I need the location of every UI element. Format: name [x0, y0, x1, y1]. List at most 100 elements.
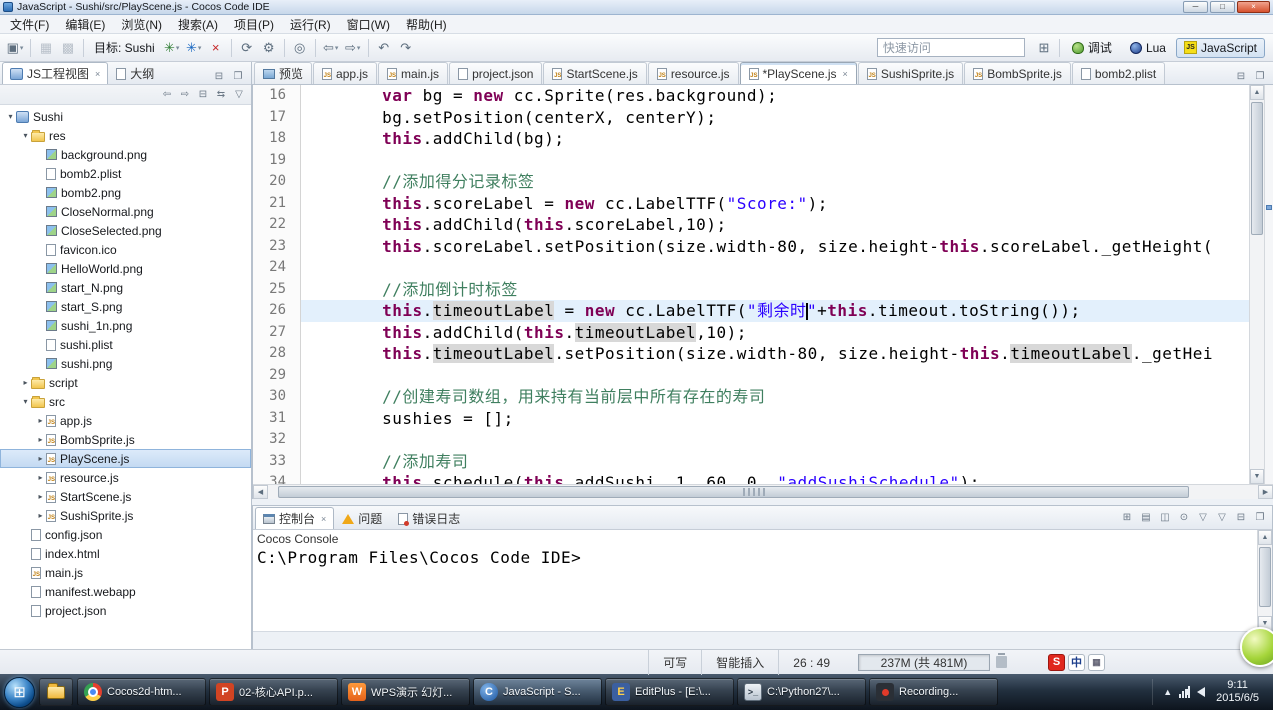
- code-line-content[interactable]: //添加得分记录标签: [301, 171, 1249, 193]
- open-perspective-icon[interactable]: ⊞: [1033, 37, 1055, 59]
- last-edit-location-icon[interactable]: ↶: [373, 37, 395, 59]
- perspective-debug[interactable]: 调试: [1064, 36, 1120, 59]
- console-vertical-scrollbar[interactable]: ▲ ▼: [1257, 530, 1272, 631]
- tree-item-start-n-png[interactable]: start_N.png: [0, 278, 251, 297]
- taskbar-chrome[interactable]: Cocos2d-htm...: [77, 678, 206, 706]
- scroll-down-icon[interactable]: ▼: [1250, 469, 1264, 484]
- minimize-editor-icon[interactable]: ⊟: [1233, 68, 1249, 84]
- tree-arrow-icon[interactable]: ▸: [35, 492, 46, 501]
- close-view-icon[interactable]: ×: [95, 69, 100, 79]
- tab-preview[interactable]: 预览: [254, 62, 312, 84]
- quick-access-input[interactable]: [877, 38, 1025, 57]
- code-line-content[interactable]: this.addChild(this.timeoutLabel,10);: [301, 322, 1249, 344]
- tab-playscene-js[interactable]: *PlayScene.js×: [740, 62, 857, 84]
- garbage-collect-icon[interactable]: [996, 656, 1007, 668]
- tree-item-startscene-js[interactable]: ▸StartScene.js: [0, 487, 251, 506]
- close-button[interactable]: ×: [1237, 1, 1270, 13]
- pin-console-icon[interactable]: ⊙: [1176, 510, 1192, 526]
- run-icon[interactable]: ✳▾: [183, 37, 205, 59]
- tree-arrow-icon[interactable]: ▸: [35, 454, 46, 463]
- keyboard-layout-icon[interactable]: ▦: [1088, 654, 1105, 671]
- tree-arrow-icon[interactable]: ▸: [35, 435, 46, 444]
- sogou-input-icon[interactable]: S: [1048, 654, 1065, 671]
- code-line-content[interactable]: bg.setPosition(centerX, centerY);: [301, 107, 1249, 129]
- tree-item-closenormal-png[interactable]: CloseNormal.png: [0, 202, 251, 221]
- minimize-console-icon[interactable]: ⊟: [1233, 510, 1249, 526]
- taskbar-editplus[interactable]: EEditPlus - [E:\...: [605, 678, 734, 706]
- tab-console[interactable]: 控制台×: [255, 507, 334, 529]
- save-icon[interactable]: ▦: [35, 37, 57, 59]
- collapse-all-icon[interactable]: ⊟: [195, 87, 211, 103]
- scrollbar-thumb[interactable]: [278, 486, 1189, 498]
- explorer-taskbar-button[interactable]: [39, 678, 73, 706]
- build-icon[interactable]: ⚙: [258, 37, 280, 59]
- tab-startscene-js[interactable]: StartScene.js: [543, 62, 646, 84]
- code-line-content[interactable]: //添加倒计时标签: [301, 279, 1249, 301]
- tree-item-resource-js[interactable]: ▸resource.js: [0, 468, 251, 487]
- taskbar-powerpoint[interactable]: P02-核心API.p...: [209, 678, 338, 706]
- tree-arrow-icon[interactable]: ▾: [5, 112, 16, 121]
- tab-outline[interactable]: 大纲: [108, 62, 162, 84]
- menu-edit[interactable]: 编辑(E): [57, 14, 113, 35]
- tab-bombsprite-js[interactable]: BombSprite.js: [964, 62, 1071, 84]
- tree-arrow-icon[interactable]: ▸: [35, 473, 46, 482]
- console-output[interactable]: C:\Program Files\Cocos Code IDE>: [257, 548, 1253, 567]
- next-annotation-icon[interactable]: ↷: [395, 37, 417, 59]
- tree-item-manifest-webapp[interactable]: manifest.webapp: [0, 582, 251, 601]
- start-button[interactable]: ⊞: [4, 677, 35, 708]
- code-line-content[interactable]: [301, 150, 1249, 172]
- tree-item-sushi-plist[interactable]: sushi.plist: [0, 335, 251, 354]
- tree-item-res[interactable]: ▾res: [0, 126, 251, 145]
- code-line-content[interactable]: this.scoreLabel.setPosition(size.width-8…: [301, 236, 1249, 258]
- code-line-content[interactable]: this.addChild(bg);: [301, 128, 1249, 150]
- link-with-editor-icon[interactable]: ⇆: [213, 87, 229, 103]
- code-line-content[interactable]: //添加寿司: [301, 451, 1249, 473]
- taskbar-clock[interactable]: 9:11 2015/6/5: [1212, 679, 1263, 705]
- taskbar-wps[interactable]: WWPS演示 幻灯...: [341, 678, 470, 706]
- tree-item-start-s-png[interactable]: start_S.png: [0, 297, 251, 316]
- maximize-view-icon[interactable]: ❐: [230, 68, 246, 84]
- stop-icon[interactable]: ×: [205, 37, 227, 59]
- tree-arrow-icon[interactable]: ▸: [35, 511, 46, 520]
- minimize-view-icon[interactable]: ⊟: [211, 68, 227, 84]
- tree-item-sushisprite-js[interactable]: ▸SushiSprite.js: [0, 506, 251, 525]
- tab-app-js[interactable]: app.js: [313, 62, 377, 84]
- tab-project-json[interactable]: project.json: [449, 62, 542, 84]
- tree-item-app-js[interactable]: ▸app.js: [0, 411, 251, 430]
- scroll-up-icon[interactable]: ▲: [1250, 85, 1264, 100]
- forward-icon[interactable]: ⇨▾: [342, 37, 364, 59]
- maximize-editor-icon[interactable]: ❐: [1252, 68, 1268, 84]
- clear-console-icon[interactable]: ▽: [1195, 510, 1211, 526]
- menu-navigate[interactable]: 浏览(N): [113, 14, 170, 35]
- code-line-content[interactable]: sushies = [];: [301, 408, 1249, 430]
- view-menu-icon[interactable]: ▽: [231, 87, 247, 103]
- tree-item-background-png[interactable]: background.png: [0, 145, 251, 164]
- code-line-content[interactable]: [301, 257, 1249, 279]
- console-view-menu-icon[interactable]: ▽: [1214, 510, 1230, 526]
- menu-search[interactable]: 搜索(A): [170, 14, 226, 35]
- tab-problems[interactable]: 问题: [334, 507, 390, 529]
- tree-item-favicon-ico[interactable]: favicon.ico: [0, 240, 251, 259]
- code-line-content[interactable]: this.timeoutLabel.setPosition(size.width…: [301, 343, 1249, 365]
- scroll-right-icon[interactable]: ▶: [1258, 485, 1273, 499]
- tree-item-bomb2-png[interactable]: bomb2.png: [0, 183, 251, 202]
- menu-window[interactable]: 窗口(W): [339, 14, 398, 35]
- tray-expand-icon[interactable]: ▲: [1163, 687, 1172, 697]
- tree-item-playscene-js[interactable]: ▸PlayScene.js: [0, 449, 251, 468]
- tab-sushisprite-js[interactable]: SushiSprite.js: [858, 62, 963, 84]
- taskbar-cocos-ide[interactable]: CJavaScript - S...: [473, 678, 602, 706]
- tree-item-bombsprite-js[interactable]: ▸BombSprite.js: [0, 430, 251, 449]
- code-line-content[interactable]: this.scoreLabel = new cc.LabelTTF("Score…: [301, 193, 1249, 215]
- tree-item-closeselected-png[interactable]: CloseSelected.png: [0, 221, 251, 240]
- taskbar-python[interactable]: >_C:\Python27\...: [737, 678, 866, 706]
- debug-icon[interactable]: ✳▾: [161, 37, 183, 59]
- overview-marker[interactable]: [1266, 205, 1272, 210]
- tree-item-sushi-1n-png[interactable]: sushi_1n.png: [0, 316, 251, 335]
- back-icon[interactable]: ⇦▾: [320, 37, 342, 59]
- code-line-content[interactable]: [301, 365, 1249, 387]
- tree-item-sushi-png[interactable]: sushi.png: [0, 354, 251, 373]
- open-console-icon[interactable]: ⊞: [1119, 510, 1135, 526]
- editor-vertical-scrollbar[interactable]: ▲ ▼: [1249, 85, 1264, 484]
- tree-item-bomb2-plist[interactable]: bomb2.plist: [0, 164, 251, 183]
- tree-arrow-icon[interactable]: ▾: [20, 397, 31, 406]
